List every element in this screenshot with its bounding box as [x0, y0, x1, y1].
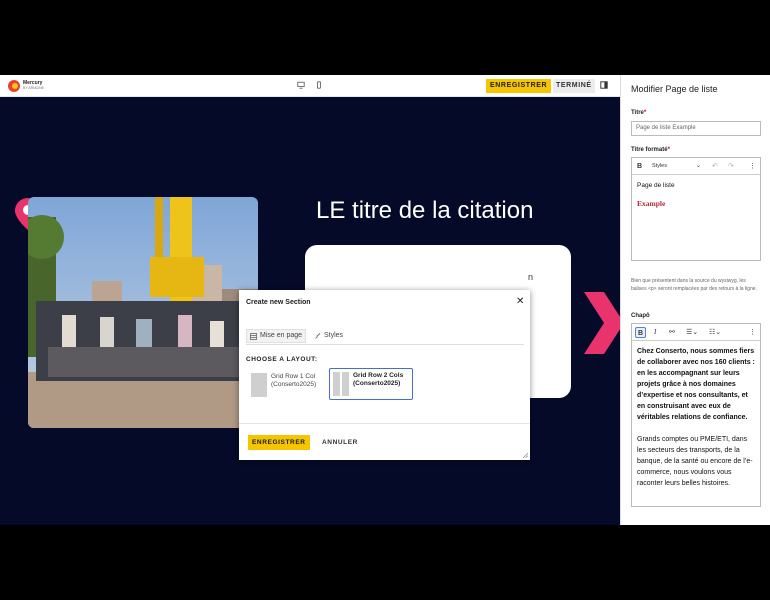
italic-icon[interactable]: I: [654, 327, 656, 338]
bold-icon[interactable]: B: [635, 327, 646, 338]
resize-handle-icon[interactable]: [523, 453, 528, 458]
logo-sub: BY ARIADNE: [23, 86, 44, 90]
layout-icon: [250, 332, 257, 340]
chevron-down-icon[interactable]: ⌄: [696, 161, 701, 172]
save-button[interactable]: ENREGISTRER: [486, 79, 552, 93]
titre-formate-label: Titre formaté*: [631, 147, 670, 153]
layout-option-2-label: Grid Row 2 Cols (Conserto2025): [353, 372, 404, 387]
chapo-bold-para-1: Chez Conserto, nous sommes fiers de coll…: [637, 348, 755, 366]
layout-option-1-label: Grid Row 1 Col (Conserto2025): [271, 373, 317, 388]
chapo-label: Chapô: [631, 313, 650, 319]
titre-formate-toolbar: B Styles ⌄ ↶ ↷ ⋮: [632, 158, 760, 175]
panel-toggle-icon[interactable]: [600, 81, 608, 89]
titre-formate-content[interactable]: Page de liste Example: [632, 175, 760, 214]
card-text-fragment: n: [528, 272, 534, 282]
sidebar-title: Modifier Page de liste: [631, 84, 718, 94]
top-toolbar: Mercury BY ARIADNE ENREGISTRER TERMINÉ: [0, 75, 620, 97]
tab-styles[interactable]: Styles: [314, 329, 343, 343]
chapo-bold-para-2: en les accompagnant sur leurs projets gr…: [637, 370, 748, 421]
help-text: Bien que présentent dans la source du wy…: [631, 278, 757, 292]
dialog-cancel-button[interactable]: ANNULER: [322, 435, 358, 450]
quote-title[interactable]: LE titre de la citation: [316, 197, 533, 225]
link-icon[interactable]: ⚯: [669, 327, 675, 338]
chapo-content[interactable]: Chez Conserto, nous sommes fiers de coll…: [632, 341, 760, 494]
titre-input[interactable]: Page de liste Example: [631, 121, 761, 136]
titre-formate-line-1: Page de liste: [637, 182, 675, 189]
undo-icon[interactable]: ↶: [712, 161, 718, 172]
tab-layout[interactable]: Mise en page: [246, 329, 307, 343]
desktop-icon[interactable]: [297, 81, 305, 89]
titre-label: Titre*: [631, 110, 647, 116]
tab-styles-label: Styles: [324, 332, 344, 339]
more-icon[interactable]: ⋮: [749, 161, 756, 172]
dialog-divider: [239, 423, 530, 424]
more-icon[interactable]: ⋮: [749, 327, 756, 338]
bullet-list-icon[interactable]: ☰⌄: [686, 327, 698, 338]
device-switcher: [297, 81, 323, 89]
layout-option-1-col[interactable]: Grid Row 1 Col (Conserto2025): [251, 373, 325, 397]
chapo-normal-para: Grands comptes ou PME/ETI, dans les sect…: [637, 436, 753, 487]
titre-formate-editor[interactable]: B Styles ⌄ ↶ ↷ ⋮ Page de liste Example: [631, 157, 761, 261]
team-photo: [28, 197, 258, 428]
chapo-editor[interactable]: B I ⚯ ☰⌄ ☷⌄ ⋮ Chez Conserto, nous sommes…: [631, 323, 761, 507]
dialog-title: Create new Section: [246, 299, 311, 306]
close-icon[interactable]: ✕: [516, 296, 524, 307]
dialog-tabs: Mise en page Styles: [246, 328, 524, 345]
chevron-right-icon: [584, 292, 620, 354]
bold-icon[interactable]: B: [637, 161, 642, 172]
chapo-toolbar: B I ⚯ ☰⌄ ☷⌄ ⋮: [632, 324, 760, 341]
page-canvas: n LE titre de la citation Create new Sec…: [0, 97, 620, 525]
create-section-dialog: Create new Section ✕ Mise en page Styles…: [239, 290, 530, 460]
app-logo[interactable]: Mercury BY ARIADNE: [8, 80, 44, 92]
redo-icon[interactable]: ↷: [728, 161, 734, 172]
done-button[interactable]: TERMINÉ: [553, 79, 595, 93]
two-col-thumbnail-icon: [333, 372, 349, 396]
dialog-save-button[interactable]: ENREGISTRER: [248, 435, 310, 450]
layout-option-2-cols[interactable]: Grid Row 2 Cols (Conserto2025): [329, 368, 413, 400]
tab-layout-label: Mise en page: [260, 332, 303, 339]
editor-stage: Mercury BY ARIADNE ENREGISTRER TERMINÉ n…: [0, 75, 770, 525]
styles-dropdown[interactable]: Styles: [652, 161, 667, 172]
styles-icon: [315, 332, 321, 339]
logo-icon: [8, 80, 20, 92]
one-col-thumbnail-icon: [251, 373, 267, 397]
choose-layout-label: CHOOSE A LAYOUT:: [246, 356, 318, 363]
titre-formate-line-2: Example: [637, 199, 666, 208]
edit-sidebar: Modifier Page de liste Titre* Page de li…: [620, 75, 770, 525]
mobile-icon[interactable]: [315, 81, 323, 89]
numbered-list-icon[interactable]: ☷⌄: [709, 327, 721, 338]
